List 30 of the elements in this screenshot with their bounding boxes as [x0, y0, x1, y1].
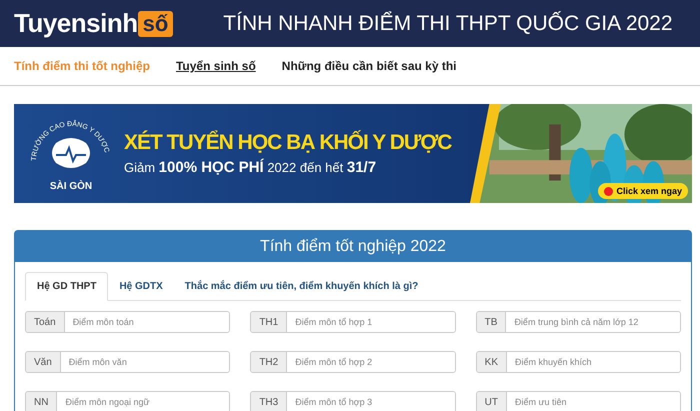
field-label: UT — [476, 392, 507, 411]
banner-subline: Giảm 100% HỌC PHÍ 2022 đến hết 31/7 — [124, 159, 378, 176]
nav-link[interactable]: Những điều cần biết sau kỳ thi — [282, 59, 456, 73]
banner-headline: XÉT TUYỂN HỌC BẠ KHỐI Y DƯỢC — [124, 131, 452, 155]
tab[interactable]: Hệ GDTX — [108, 273, 174, 300]
score-field[interactable]: Văn Điểm môn văn — [25, 351, 230, 373]
logo-text[interactable]: Tuyensinh — [14, 8, 138, 39]
score-field[interactable]: KK Điểm khuyến khích — [476, 351, 681, 373]
field-label: TH3 — [251, 392, 288, 411]
score-field[interactable]: UT Điểm ưu tiên — [476, 391, 681, 411]
score-field[interactable]: TH1 Điểm môn tổ hợp 1 — [250, 311, 456, 333]
nav-link[interactable]: Tuyển sinh số — [176, 59, 256, 73]
score-field[interactable]: Toán Điểm môn toán — [25, 311, 230, 333]
field-label: Toán — [26, 312, 65, 332]
field-label: TB — [476, 312, 506, 332]
field-label: TH2 — [251, 352, 288, 372]
field-label: TH1 — [251, 312, 288, 332]
score-field[interactable]: TB Điểm trung bình cả năm lớp 12 — [476, 311, 681, 333]
field-label: KK — [476, 352, 507, 372]
tab[interactable]: Hệ GD THPT — [25, 272, 108, 301]
field-label: NN — [26, 392, 58, 411]
score-field[interactable]: TH3 Điểm môn tổ hợp 3 — [250, 391, 456, 411]
page-title: TÍNH NHANH ĐIỂM THI THPT QUỐC GIA 2022 — [223, 12, 673, 36]
score-field[interactable]: TH2 Điểm môn tổ hợp 2 — [250, 351, 456, 373]
click-button[interactable]: Click xem ngay — [598, 183, 688, 199]
logo-badge[interactable]: số — [138, 10, 174, 36]
score-field[interactable]: NN Điểm môn ngoại ngữ — [25, 391, 230, 411]
panel-title: Tính điểm tốt nghiệp 2022 — [260, 238, 446, 256]
tab[interactable]: Thắc mắc điểm ưu tiên, điểm khuyến khích là gì? — [174, 273, 430, 300]
field-label: Văn — [26, 352, 61, 372]
